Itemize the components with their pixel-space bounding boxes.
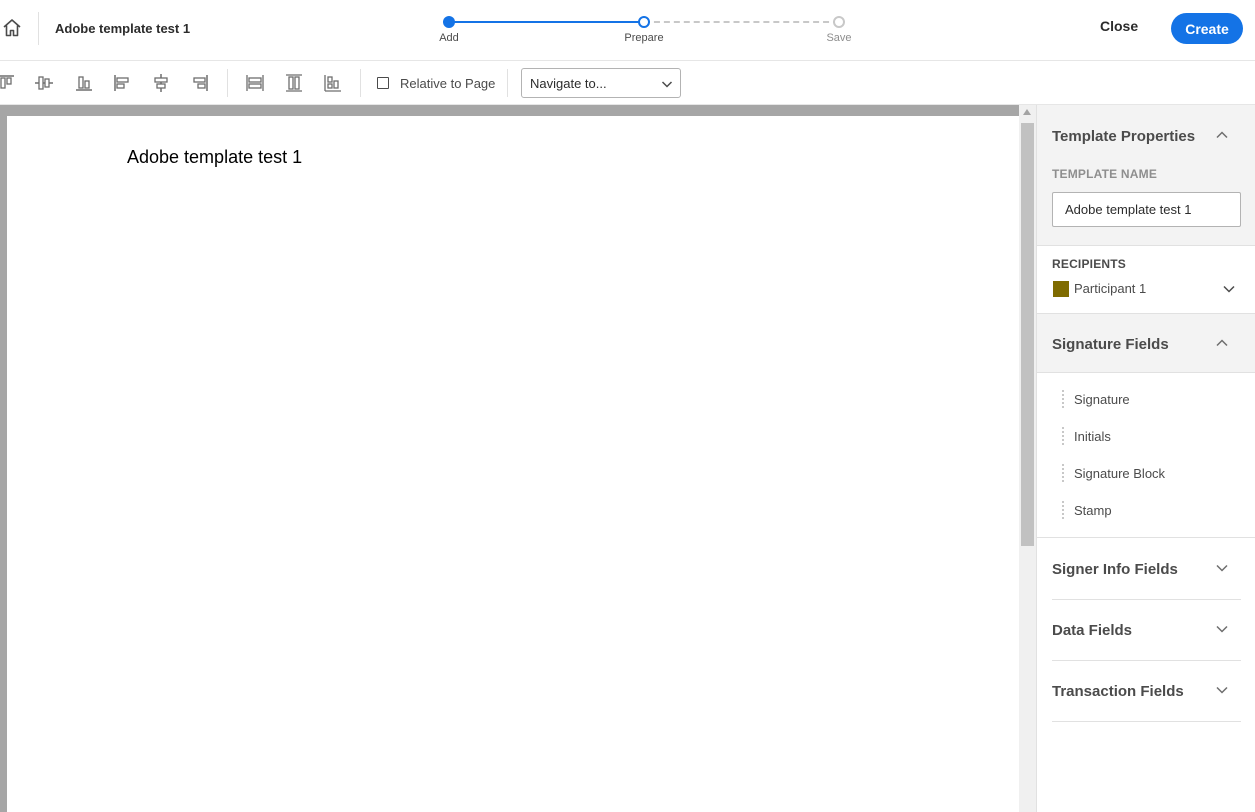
relative-to-page-label[interactable]: Relative to Page: [400, 76, 495, 91]
step-line-pending: [644, 21, 839, 23]
field-label: Signature: [1074, 392, 1130, 407]
app-header: Adobe template test 1 Add Prepare Save C…: [0, 0, 1255, 61]
toolbar-divider: [360, 69, 361, 97]
step-add-label[interactable]: Add: [414, 32, 484, 44]
template-name-label: TEMPLATE NAME: [1052, 167, 1158, 181]
document-title: Adobe template test 1: [55, 21, 191, 36]
data-fields-title[interactable]: Data Fields: [1052, 622, 1132, 639]
document-page[interactable]: Adobe template test 1: [7, 116, 1019, 812]
match-width-icon[interactable]: [243, 71, 267, 95]
chevron-up-icon[interactable]: [1215, 336, 1229, 350]
template-name-input[interactable]: [1052, 192, 1241, 227]
chevron-down-icon[interactable]: [1215, 683, 1229, 697]
align-middle-icon[interactable]: [32, 71, 56, 95]
field-label: Stamp: [1074, 503, 1112, 518]
home-icon[interactable]: [0, 16, 26, 42]
template-properties-title[interactable]: Template Properties: [1052, 128, 1195, 145]
participant-color-swatch: [1053, 281, 1069, 297]
navigate-to-select[interactable]: Navigate to...: [521, 68, 681, 98]
align-right-icon[interactable]: [188, 71, 212, 95]
properties-panel: Template Properties TEMPLATE NAME RECIPI…: [1036, 105, 1255, 812]
scroll-up-arrow-icon[interactable]: [1023, 109, 1031, 115]
drag-handle-icon: [1062, 464, 1064, 482]
recipient-dropdown-chevron-icon[interactable]: [1222, 282, 1236, 296]
align-top-icon[interactable]: [0, 71, 18, 95]
field-label: Initials: [1074, 429, 1111, 444]
chevron-up-icon[interactable]: [1215, 128, 1229, 142]
navigate-to-value: Navigate to...: [530, 76, 607, 91]
toolbar-divider: [507, 69, 508, 97]
participant-name[interactable]: Participant 1: [1074, 281, 1146, 296]
match-height-icon[interactable]: [282, 71, 306, 95]
field-signature-block[interactable]: Signature Block: [1062, 462, 1242, 486]
header-divider: [38, 12, 39, 45]
chevron-down-icon: [661, 81, 673, 88]
transaction-fields-section[interactable]: Transaction Fields: [1037, 660, 1255, 720]
document-canvas[interactable]: Adobe template test 1: [0, 105, 1036, 812]
field-label: Signature Block: [1074, 466, 1166, 481]
signature-fields-section[interactable]: Signature Fields: [1037, 314, 1255, 373]
drag-handle-icon: [1062, 390, 1064, 408]
step-prepare-dot[interactable]: [638, 16, 650, 28]
divider: [1052, 721, 1241, 722]
step-line-complete: [449, 21, 644, 23]
scrollbar-thumb[interactable]: [1021, 123, 1034, 546]
template-properties-section: Template Properties TEMPLATE NAME: [1037, 105, 1255, 246]
align-center-icon[interactable]: [149, 71, 173, 95]
transaction-fields-title[interactable]: Transaction Fields: [1052, 683, 1184, 700]
align-bottom-icon[interactable]: [72, 71, 96, 95]
relative-to-page-checkbox[interactable]: [377, 77, 389, 89]
field-signature[interactable]: Signature: [1062, 388, 1242, 412]
progress-stepper: Add Prepare Save: [420, 10, 870, 50]
step-save-label[interactable]: Save: [804, 32, 874, 44]
align-left-icon[interactable]: [110, 71, 134, 95]
toolbar-divider: [227, 69, 228, 97]
drag-handle-icon: [1062, 501, 1064, 519]
step-save-dot[interactable]: [833, 16, 845, 28]
field-stamp[interactable]: Stamp: [1062, 499, 1242, 523]
step-add-dot[interactable]: [443, 16, 455, 28]
distribute-icon[interactable]: [321, 71, 345, 95]
data-fields-section[interactable]: Data Fields: [1037, 599, 1255, 659]
step-prepare-label[interactable]: Prepare: [609, 32, 679, 44]
vertical-scrollbar[interactable]: [1019, 105, 1036, 812]
alignment-toolbar: Relative to Page Navigate to...: [0, 61, 1255, 105]
drag-handle-icon: [1062, 427, 1064, 445]
field-initials[interactable]: Initials: [1062, 425, 1242, 449]
signer-info-fields-section[interactable]: Signer Info Fields: [1037, 538, 1255, 598]
create-button[interactable]: Create: [1171, 13, 1243, 44]
signer-info-fields-title[interactable]: Signer Info Fields: [1052, 561, 1178, 578]
close-button[interactable]: Close: [1100, 18, 1138, 34]
page-heading-text: Adobe template test 1: [127, 147, 303, 167]
recipients-label: RECIPIENTS: [1052, 257, 1127, 271]
chevron-down-icon[interactable]: [1215, 622, 1229, 636]
signature-fields-title[interactable]: Signature Fields: [1052, 336, 1169, 353]
chevron-down-icon[interactable]: [1215, 561, 1229, 575]
